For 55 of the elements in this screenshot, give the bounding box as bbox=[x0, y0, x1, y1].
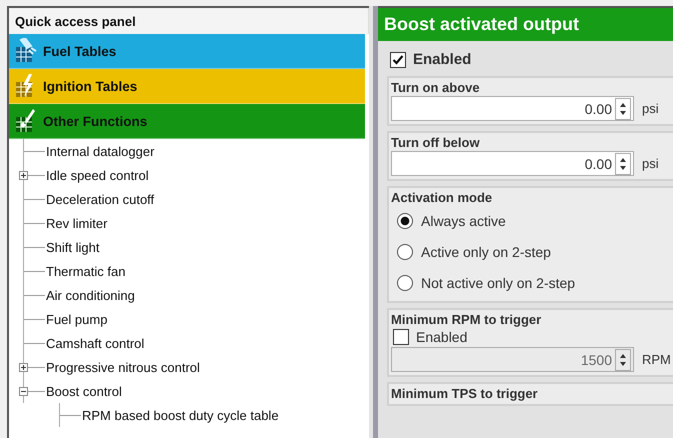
collapse-icon[interactable] bbox=[19, 387, 28, 396]
group-label: Minimum TPS to trigger bbox=[391, 386, 539, 401]
tree-item[interactable]: Air conditioning bbox=[45, 288, 135, 302]
checkbox[interactable] bbox=[390, 52, 406, 68]
category-bar[interactable]: Other Functions bbox=[9, 104, 365, 139]
table-icon bbox=[15, 38, 37, 64]
spin-buttons[interactable] bbox=[615, 98, 631, 120]
tree-item[interactable]: Boost control bbox=[45, 384, 122, 398]
tree-item[interactable]: Deceleration cutoff bbox=[45, 192, 154, 206]
radio-label: Not active only on 2-step bbox=[421, 275, 576, 291]
number-field[interactable]: 1500 bbox=[391, 347, 634, 372]
group-label: Turn off below bbox=[391, 135, 481, 150]
tree-item[interactable]: Camshaft control bbox=[45, 336, 144, 350]
category-bar[interactable]: Fuel Tables bbox=[9, 34, 365, 69]
checkbox-label: Enabled bbox=[416, 329, 468, 345]
expand-icon[interactable] bbox=[19, 363, 28, 372]
category-label: Fuel Tables bbox=[43, 44, 116, 58]
radio-button[interactable] bbox=[397, 213, 413, 229]
group-label: Activation mode bbox=[391, 190, 494, 205]
table-icon bbox=[15, 108, 37, 134]
category-label: Ignition Tables bbox=[43, 78, 138, 94]
unit-label: psi bbox=[642, 156, 659, 171]
tree-connector bbox=[23, 259, 45, 283]
tree-connector bbox=[59, 403, 81, 427]
spin-buttons[interactable] bbox=[615, 152, 631, 174]
panel-title: Boost activated output bbox=[378, 8, 673, 41]
number-field[interactable]: 0.00 bbox=[391, 151, 634, 176]
radio-label: Active only on 2-step bbox=[421, 244, 551, 260]
tree-connector bbox=[23, 283, 45, 307]
group-label: Minimum RPM to trigger bbox=[391, 312, 542, 327]
group-label: Turn on above bbox=[391, 80, 481, 95]
panel-title: Quick access panel bbox=[9, 8, 369, 34]
expand-icon[interactable] bbox=[19, 171, 28, 180]
tree-item[interactable]: Idle speed control bbox=[45, 168, 149, 182]
radio-button[interactable] bbox=[397, 244, 413, 260]
category-bar[interactable]: Ignition Tables bbox=[9, 69, 365, 104]
spin-buttons[interactable] bbox=[615, 348, 631, 370]
tree-item[interactable]: Progressive nitrous control bbox=[45, 360, 200, 374]
unit-label: RPM bbox=[642, 352, 671, 367]
tree-item[interactable]: Fuel pump bbox=[45, 312, 108, 326]
checkbox-label: Enabled bbox=[413, 51, 472, 68]
number-field[interactable]: 0.00 bbox=[391, 96, 634, 121]
tree-item[interactable]: Rev limiter bbox=[45, 216, 108, 230]
tree-connector bbox=[23, 235, 45, 259]
tree-connector bbox=[23, 307, 45, 331]
tree-item[interactable]: Shift light bbox=[45, 240, 100, 254]
radio-label: Always active bbox=[421, 213, 506, 229]
category-label: Other Functions bbox=[43, 114, 148, 128]
radio-button[interactable] bbox=[397, 275, 413, 291]
tree-connector bbox=[23, 211, 45, 235]
tree-item[interactable]: Internal datalogger bbox=[45, 144, 154, 158]
tree-item[interactable]: Thermatic fan bbox=[45, 264, 126, 278]
unit-label: psi bbox=[642, 101, 659, 116]
tree-item[interactable]: RPM based boost duty cycle table bbox=[81, 408, 279, 422]
checkbox[interactable] bbox=[393, 329, 409, 345]
